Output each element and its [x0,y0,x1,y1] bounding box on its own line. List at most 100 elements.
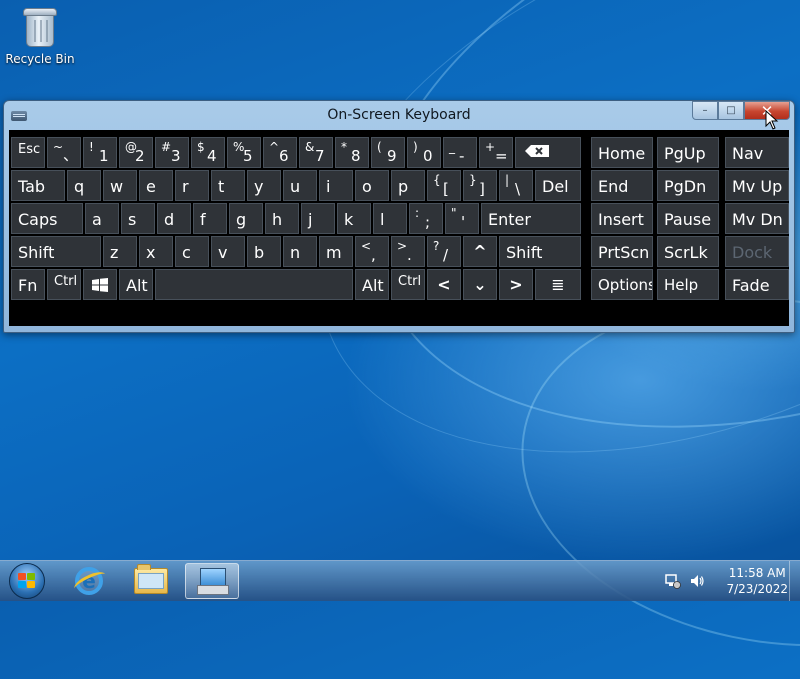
key-equals[interactable]: + = [479,137,513,168]
key-del[interactable]: Del [535,170,581,201]
key-9[interactable]: (9 [371,137,405,168]
key-b[interactable]: b [247,236,281,267]
key-prtscn[interactable]: PrtScn [591,236,653,267]
taskbar-internet-explorer[interactable]: e [62,563,116,599]
key-nav[interactable]: Nav [725,137,789,168]
key-pgup[interactable]: PgUp [657,137,719,168]
key-0[interactable]: ) 0 [407,137,441,168]
taskbar-windows-explorer[interactable] [124,563,178,599]
key-v[interactable]: v [211,236,245,267]
key-quote[interactable]: " ' [445,203,479,234]
key-scrlk[interactable]: ScrLk [657,236,719,267]
key-a[interactable]: a [85,203,119,234]
windows-logo-icon [92,277,108,292]
key-q[interactable]: q [67,170,101,201]
key-home[interactable]: Home [591,137,653,168]
key-ctrl-left[interactable]: Ctrl [47,269,81,300]
key-pause[interactable]: Pause [657,203,719,234]
key-comma[interactable]: <, [355,236,389,267]
key-up-arrow[interactable]: ^ [463,236,497,267]
key-6[interactable]: ^ 6 [263,137,297,168]
key-h[interactable]: h [265,203,299,234]
key-d[interactable]: d [157,203,191,234]
key-m[interactable]: m [319,236,353,267]
key-s[interactable]: s [121,203,155,234]
key-w[interactable]: w [103,170,137,201]
key-8[interactable]: * 8 [335,137,369,168]
key-z[interactable]: z [103,236,137,267]
key-left-bracket[interactable]: {[ [427,170,461,201]
key-o[interactable]: o [355,170,389,201]
volume-icon[interactable] [688,572,706,590]
key-shift-left[interactable]: Shift [11,236,101,267]
key-windows[interactable] [83,269,117,300]
key-right-arrow[interactable]: > [499,269,533,300]
start-button[interactable] [4,562,50,600]
clock-time: 11:58 AM [728,566,786,580]
desktop-icon-recycle-bin[interactable]: Recycle Bin [4,6,76,66]
key-alt-left[interactable]: Alt [119,269,153,300]
key-1[interactable]: ! 1 [83,137,117,168]
key-t[interactable]: t [211,170,245,201]
key-dock[interactable]: Dock [725,236,789,267]
key-end[interactable]: End [591,170,653,201]
key-ctrl-right[interactable]: Ctrl [391,269,425,300]
key-f[interactable]: f [193,203,227,234]
key-i[interactable]: i [319,170,353,201]
key-space[interactable] [155,269,353,300]
key-tilde[interactable]: ~、 [47,137,81,168]
key-alt-right[interactable]: Alt [355,269,389,300]
mouse-cursor-icon [765,110,779,130]
key-esc[interactable]: Esc [11,137,45,168]
show-desktop-button[interactable] [789,561,800,601]
key-y[interactable]: y [247,170,281,201]
maximize-button[interactable]: □ [718,101,744,120]
key-mv-up[interactable]: Mv Up [725,170,789,201]
key-minus[interactable]: _ - [443,137,477,168]
key-n[interactable]: n [283,236,317,267]
key-g[interactable]: g [229,203,263,234]
key-caps[interactable]: Caps [11,203,83,234]
key-c[interactable]: c [175,236,209,267]
key-l[interactable]: l [373,203,407,234]
key-e[interactable]: e [139,170,173,201]
key-pgdn[interactable]: PgDn [657,170,719,201]
key-j[interactable]: j [301,203,335,234]
key-down-arrow[interactable]: ⌄ [463,269,497,300]
minimize-button[interactable]: – [692,101,718,120]
key-u[interactable]: u [283,170,317,201]
keyboard-area: Esc ~、 ! 1 @2 #3 $4 % 5 ^ 6 & 7 * 8 (9 ) 0 _ - … [9,130,789,326]
key-2[interactable]: @2 [119,137,153,168]
key-period[interactable]: >. [391,236,425,267]
key-tab[interactable]: Tab [11,170,65,201]
clock[interactable]: 11:58 AM 7/23/2022 [726,565,788,597]
title-bar[interactable]: On-Screen Keyboard – □ ✕ [4,101,794,130]
key-x[interactable]: x [139,236,173,267]
key-shift-right[interactable]: Shift [499,236,581,267]
key-semicolon[interactable]: :; [409,203,443,234]
system-tray: 11:58 AM 7/23/2022 [664,561,788,601]
key-enter[interactable]: Enter [481,203,581,234]
taskbar-on-screen-keyboard[interactable] [185,563,239,599]
key-help[interactable]: Help [657,269,719,300]
key-k[interactable]: k [337,203,371,234]
key-4[interactable]: $4 [191,137,225,168]
key-left-arrow[interactable]: < [427,269,461,300]
key-p[interactable]: p [391,170,425,201]
key-backslash[interactable]: | \ [499,170,533,201]
network-icon[interactable] [664,572,682,590]
key-5[interactable]: % 5 [227,137,261,168]
key-fn[interactable]: Fn [11,269,45,300]
key-right-bracket[interactable]: }] [463,170,497,201]
key-3[interactable]: #3 [155,137,189,168]
key-r[interactable]: r [175,170,209,201]
key-backspace[interactable] [515,137,581,168]
key-insert[interactable]: Insert [591,203,653,234]
taskbar: e 11:58 AM 7/23/2022 [0,560,800,601]
key-options[interactable]: Options [591,269,653,300]
key-7[interactable]: & 7 [299,137,333,168]
key-fade[interactable]: Fade [725,269,789,300]
key-menu[interactable]: ≣ [535,269,581,300]
key-mv-dn[interactable]: Mv Dn [725,203,789,234]
key-slash[interactable]: ? / [427,236,461,267]
